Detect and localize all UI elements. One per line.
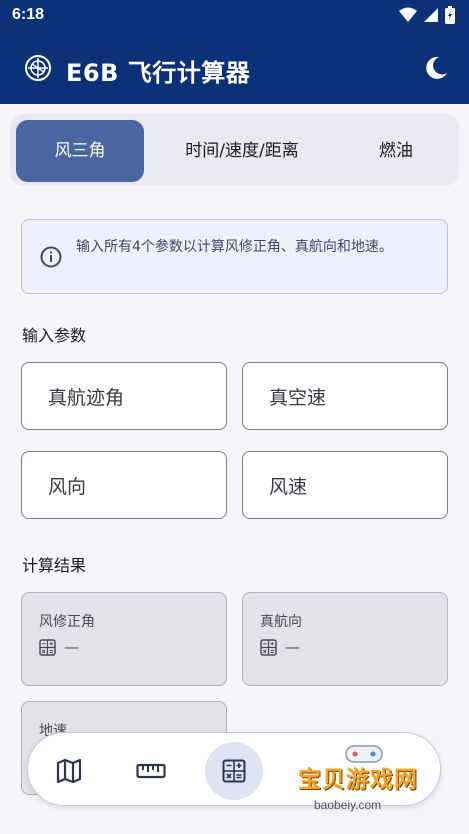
true-heading-result: 真航向 — bbox=[242, 592, 448, 686]
calculator-icon bbox=[260, 638, 277, 656]
nav-ruler-button[interactable] bbox=[122, 742, 180, 800]
status-time: 6:18 bbox=[12, 6, 45, 23]
app-title: E6B 飞行计算器 bbox=[66, 59, 251, 87]
status-bar: 6:18 bbox=[0, 0, 469, 34]
dark-mode-moon-icon[interactable] bbox=[421, 54, 449, 82]
inputs-section-label: 输入参数 bbox=[22, 326, 87, 345]
nav-map-button[interactable] bbox=[40, 742, 98, 800]
info-banner: 输入所有4个参数以计算风修正角、真航向和地速。 bbox=[21, 219, 448, 294]
mode-tabs: 风三角 时间/速度/距离 燃油 bbox=[10, 114, 459, 186]
result-value-row: — bbox=[39, 638, 79, 656]
result-value: — bbox=[64, 638, 79, 656]
status-icons bbox=[399, 6, 455, 24]
result-value: — bbox=[285, 638, 300, 656]
wind-speed-placeholder: 风速 bbox=[269, 476, 308, 498]
tab-wind-triangle[interactable]: 风三角 bbox=[16, 120, 144, 182]
wind-speed-input[interactable]: 风速 bbox=[242, 451, 448, 519]
nav-calculator-button[interactable] bbox=[205, 742, 263, 800]
result-label: 风修正角 bbox=[39, 614, 95, 630]
calculator-icon bbox=[39, 638, 56, 656]
battery-icon bbox=[445, 6, 455, 24]
result-value-row: — bbox=[260, 638, 300, 656]
signal-icon bbox=[424, 8, 438, 22]
wifi-icon bbox=[399, 7, 417, 22]
true-track-input[interactable]: 真航迹角 bbox=[21, 362, 227, 430]
tab-fuel[interactable]: 燃油 bbox=[340, 120, 452, 182]
wind-direction-input[interactable]: 风向 bbox=[21, 451, 227, 519]
watermark-logo: 宝贝游戏网 baobeiy.com bbox=[292, 742, 442, 822]
ruler-icon bbox=[136, 763, 166, 779]
info-icon bbox=[40, 246, 62, 268]
watermark-url: baobeiy.com bbox=[314, 798, 382, 812]
wind-correction-angle-result: 风修正角 — bbox=[21, 592, 227, 686]
app-bar: E6B 飞行计算器 bbox=[0, 34, 469, 104]
calculator-icon bbox=[222, 759, 246, 783]
result-label: 真航向 bbox=[260, 614, 302, 630]
wind-direction-placeholder: 风向 bbox=[48, 476, 87, 498]
map-icon bbox=[56, 758, 82, 784]
results-section-label: 计算结果 bbox=[22, 556, 87, 575]
true-airspeed-placeholder: 真空速 bbox=[269, 387, 327, 409]
info-text: 输入所有4个参数以计算风修正角、真航向和地速。 bbox=[76, 239, 393, 255]
tab-time-speed-distance[interactable]: 时间/速度/距离 bbox=[154, 120, 330, 182]
true-track-placeholder: 真航迹角 bbox=[48, 387, 125, 409]
app-logo-icon bbox=[25, 55, 51, 81]
true-airspeed-input[interactable]: 真空速 bbox=[242, 362, 448, 430]
watermark-text: 宝贝游戏网 bbox=[298, 767, 418, 793]
